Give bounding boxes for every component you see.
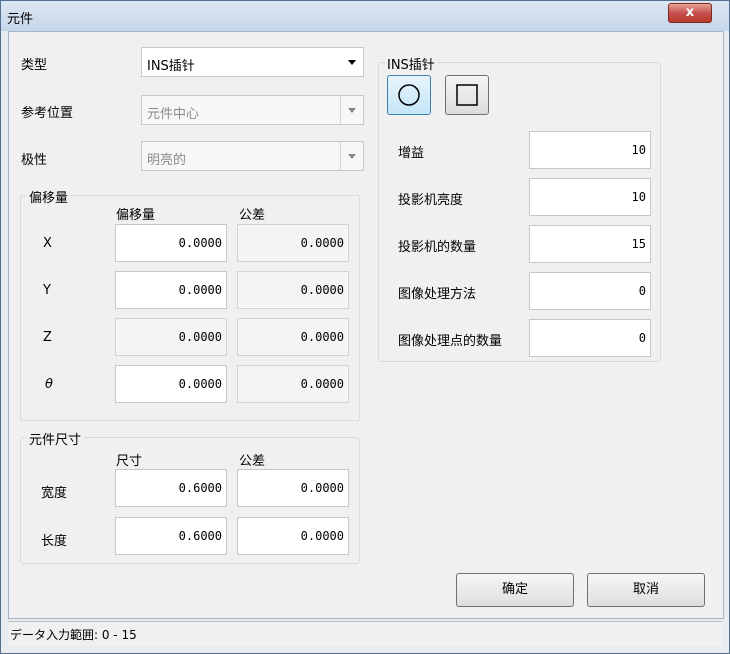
length-label: 长度: [41, 534, 68, 549]
offset-group: 偏移量 偏移量 公差 X 0.0000 0.0000 Y 0.0000 0.00…: [20, 187, 360, 421]
offset-col-header: 偏移量: [116, 208, 156, 223]
ref-position-select[interactable]: 元件中心: [141, 95, 364, 125]
projector-brightness-input[interactable]: 10: [529, 178, 651, 216]
chevron-down-icon: [340, 96, 363, 124]
offset-theta-label: θ: [45, 377, 53, 392]
image-method-value: 0: [638, 284, 646, 298]
width-tol-value: 0.0000: [300, 481, 344, 495]
offset-theta-value: 0.0000: [178, 377, 222, 391]
cancel-button[interactable]: 取消: [587, 573, 705, 607]
length-tol-value: 0.0000: [300, 529, 344, 543]
image-method-input[interactable]: 0: [529, 272, 651, 310]
projector-brightness-value: 10: [631, 190, 646, 204]
offset-x-tolerance[interactable]: 0.0000: [237, 224, 349, 262]
image-points-value: 0: [638, 331, 646, 345]
component-dialog: 元件 x 类型 INS插针 参考位置 元件中心 极性 明亮的 偏移量 偏移量 公…: [0, 0, 730, 654]
offset-y-value: 0.0000: [178, 283, 222, 297]
width-value: 0.6000: [178, 481, 222, 495]
projector-count-label: 投影机的数量: [398, 240, 477, 255]
offset-z-label: Z: [43, 330, 52, 345]
square-icon: [456, 84, 478, 106]
gain-input[interactable]: 10: [529, 131, 651, 169]
size-group: 元件尺寸 尺寸 公差 宽度 0.6000 0.0000 长度 0.6000 0.…: [20, 429, 360, 564]
image-points-input[interactable]: 0: [529, 319, 651, 357]
status-text: データ入力範囲: 0 - 15: [10, 628, 137, 642]
width-tolerance[interactable]: 0.0000: [237, 469, 349, 507]
length-input[interactable]: 0.6000: [115, 517, 227, 555]
offset-theta-tolerance[interactable]: 0.0000: [237, 365, 349, 403]
type-select[interactable]: INS插针: [141, 47, 364, 77]
polarity-label: 极性: [21, 153, 48, 168]
offset-z-tol-value: 0.0000: [300, 330, 344, 344]
offset-y-tolerance[interactable]: 0.0000: [237, 271, 349, 309]
size-col-header: 尺寸: [116, 454, 143, 469]
ins-pin-group: INS插针 增益 10 投影机亮度 10 投影机的数量 15 图像处理方法 0 …: [378, 54, 661, 362]
gain-value: 10: [631, 143, 646, 157]
square-shape-button[interactable]: [445, 75, 489, 115]
offset-x-tol-value: 0.0000: [300, 236, 344, 250]
offset-x-label: X: [43, 236, 52, 251]
projector-count-input[interactable]: 15: [529, 225, 651, 263]
status-bar: データ入力範囲: 0 - 15: [8, 621, 722, 646]
offset-y-tol-value: 0.0000: [300, 283, 344, 297]
offset-y-input[interactable]: 0.0000: [115, 271, 227, 309]
size-tolerance-col-header: 公差: [239, 454, 266, 469]
offset-theta-input[interactable]: 0.0000: [115, 365, 227, 403]
chevron-down-icon: [340, 142, 363, 170]
projector-brightness-label: 投影机亮度: [398, 193, 464, 208]
gain-label: 增益: [398, 146, 425, 161]
offset-z-input[interactable]: 0.0000: [115, 318, 227, 356]
projector-count-value: 15: [631, 237, 646, 251]
tolerance-col-header: 公差: [239, 208, 266, 223]
close-icon: x: [685, 5, 695, 20]
polarity-select[interactable]: 明亮的: [141, 141, 364, 171]
offset-z-tolerance[interactable]: 0.0000: [237, 318, 349, 356]
ins-pin-group-title: INS插针: [385, 54, 437, 73]
image-method-label: 图像处理方法: [398, 287, 477, 302]
circle-shape-button[interactable]: [387, 75, 431, 115]
offset-theta-tol-value: 0.0000: [300, 377, 344, 391]
chevron-down-icon: [341, 48, 363, 76]
dialog-body: 类型 INS插针 参考位置 元件中心 极性 明亮的 偏移量 偏移量 公差 X 0…: [8, 31, 724, 619]
image-points-label: 图像处理点的数量: [398, 334, 503, 349]
ok-button[interactable]: 确定: [456, 573, 574, 607]
ref-position-label: 参考位置: [21, 106, 74, 121]
ref-position-value: 元件中心: [147, 107, 200, 122]
close-button[interactable]: x: [668, 3, 712, 23]
offset-x-value: 0.0000: [178, 236, 222, 250]
polarity-value: 明亮的: [147, 153, 187, 168]
width-label: 宽度: [41, 486, 68, 501]
offset-z-value: 0.0000: [178, 330, 222, 344]
width-input[interactable]: 0.6000: [115, 469, 227, 507]
length-value: 0.6000: [178, 529, 222, 543]
circle-icon: [398, 84, 420, 106]
title-bar: 元件 x: [1, 1, 729, 31]
length-tolerance[interactable]: 0.0000: [237, 517, 349, 555]
offset-x-input[interactable]: 0.0000: [115, 224, 227, 262]
offset-group-title: 偏移量: [27, 187, 71, 206]
offset-y-label: Y: [43, 283, 51, 298]
window-title: 元件: [7, 12, 34, 27]
type-select-value: INS插针: [147, 59, 195, 74]
type-label: 类型: [21, 58, 48, 73]
size-group-title: 元件尺寸: [27, 429, 84, 448]
